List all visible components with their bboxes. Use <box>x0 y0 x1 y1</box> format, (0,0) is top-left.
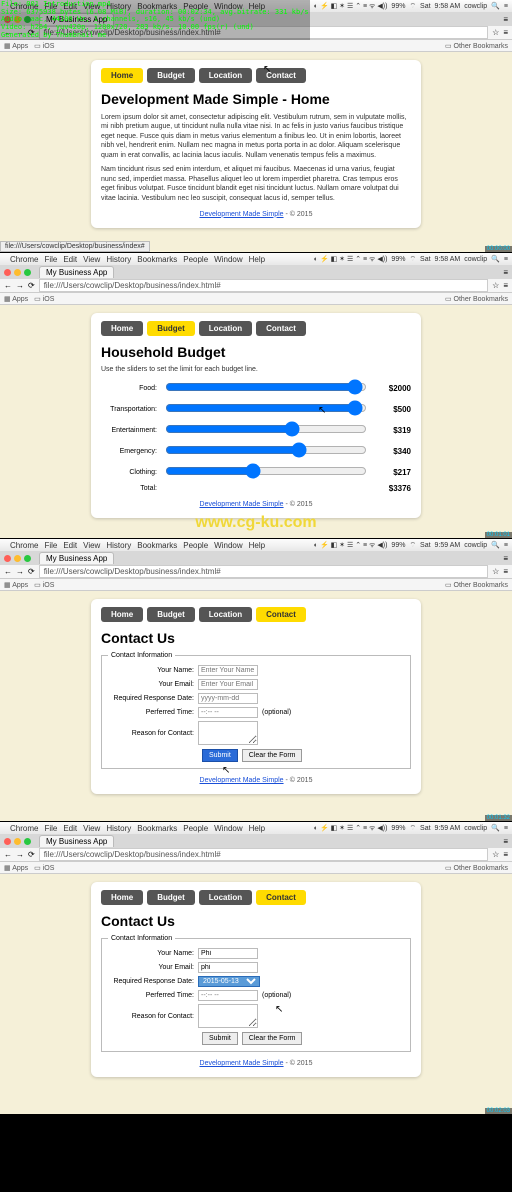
bm-other[interactable]: ▭ Other Bookmarks <box>445 42 508 50</box>
slider-food[interactable] <box>165 379 367 395</box>
browser-tab[interactable]: My Business App <box>39 266 114 278</box>
tab-contact[interactable]: Contact <box>256 607 306 622</box>
tab-location[interactable]: Location <box>199 68 252 83</box>
tab-budget[interactable]: Budget <box>147 321 195 336</box>
reason-textarea[interactable] <box>198 1004 258 1028</box>
bm-apps[interactable]: ▦ Apps <box>4 42 28 50</box>
footer: Development Made Simple - © 2015 <box>101 211 411 218</box>
clear-button[interactable]: Clear the Form <box>242 749 303 762</box>
budget-row-emergency: Emergency: $340 <box>101 442 411 460</box>
timecode: 00:01:01 <box>485 532 512 538</box>
home-para-2: Nam tincidunt risus sed enim interdum, e… <box>101 165 411 203</box>
tab-budget[interactable]: Budget <box>147 890 195 905</box>
budget-row-transport: Transportation: $500 <box>101 400 411 418</box>
clear-button[interactable]: Clear the Form <box>242 1032 303 1045</box>
timecode: 00:01:32 <box>485 815 512 821</box>
reload-button[interactable]: ⟳ <box>28 281 35 290</box>
contact-fieldset: Contact Information Your Name: Your Emai… <box>101 935 411 1052</box>
tab-home[interactable]: Home <box>101 890 143 905</box>
spotlight-icon[interactable]: 🔍 <box>491 2 500 10</box>
home-para-1: Lorem ipsum dolor sit amet, consectetur … <box>101 113 411 160</box>
frame-contact-filled: ChromeFileEditViewHistoryBookmarksPeople… <box>0 822 512 1115</box>
date-select[interactable]: 2015-05-13 <box>198 976 260 987</box>
tab-location[interactable]: Location <box>199 607 252 622</box>
bm-ios[interactable]: ▭ iOS <box>34 42 54 50</box>
frame-contact-empty: ChromeFileEditViewHistoryBookmarksPeople… <box>0 539 512 822</box>
slider-clothing[interactable] <box>165 463 367 479</box>
bookmark-star-icon[interactable]: ☆ <box>492 28 499 37</box>
slider-entertainment[interactable] <box>165 421 367 437</box>
name-input[interactable] <box>198 948 258 959</box>
slider-transport[interactable] <box>165 400 367 416</box>
submit-button[interactable]: Submit <box>202 1032 238 1045</box>
budget-row-clothing: Clothing: $217 <box>101 463 411 481</box>
user-name: cowclip <box>464 3 487 10</box>
app-nav: Home Budget Location Contact <box>101 68 411 83</box>
tab-location[interactable]: Location <box>199 890 252 905</box>
tab-budget[interactable]: Budget <box>147 607 195 622</box>
submit-button[interactable]: Submit <box>202 749 238 762</box>
reason-textarea[interactable] <box>198 721 258 745</box>
chrome-menu-icon[interactable]: ≡ <box>503 15 508 24</box>
tab-home[interactable]: Home <box>101 321 143 336</box>
page-title: Development Made Simple - Home <box>101 91 411 107</box>
status-icons: ◐ ⚡ ◧ ✶ ☰ ⌃ ≡ ᯤ ◀)) <box>314 2 388 11</box>
budget-row-entertainment: Entertainment: $319 <box>101 421 411 439</box>
contact-fieldset: Contact Information Your Name: Your Emai… <box>101 652 411 769</box>
email-input[interactable] <box>198 962 258 973</box>
address-bar[interactable]: file:///Users/cowclip/Desktop/business/i… <box>39 279 488 292</box>
name-input[interactable] <box>198 665 258 676</box>
page-title: Household Budget <box>101 344 411 360</box>
timecode: 00:00:00 <box>485 246 512 252</box>
chrome-menu-icon[interactable]: ≡ <box>503 28 508 37</box>
budget-sub: Use the sliders to set the limit for eac… <box>101 366 411 373</box>
time-input[interactable] <box>198 990 258 1001</box>
clock-day: Sat <box>420 3 431 10</box>
budget-row-total: Total: $3376 <box>101 484 411 493</box>
email-input[interactable] <box>198 679 258 690</box>
fieldset-legend: Contact Information <box>108 652 175 659</box>
content-card: Home Budget Location Contact Development… <box>91 60 421 228</box>
slider-emergency[interactable] <box>165 442 367 458</box>
tab-contact[interactable]: Contact <box>256 68 306 83</box>
frame-budget: Chrome File Edit View History Bookmarks … <box>0 253 512 539</box>
timecode: 00:02:03 <box>485 1108 512 1114</box>
video-metadata-overlay: File: 001 Introduction.mp4 Size: 6375938… <box>0 0 310 40</box>
footer-link[interactable]: Development Made Simple <box>200 501 284 508</box>
window-controls[interactable] <box>4 269 31 276</box>
status-bar-url: file:///Users/cowclip/Desktop/business/i… <box>0 241 150 252</box>
footer-link[interactable]: Development Made Simple <box>200 211 284 218</box>
budget-row-food: Food: $2000 <box>101 379 411 397</box>
bookmarks-bar: ▦ Apps ▭ iOS ▭ Other Bookmarks <box>0 40 512 52</box>
clock-time: 9:58 AM <box>435 3 461 10</box>
time-input[interactable] <box>198 707 258 718</box>
battery-pct: 99% <box>391 3 405 10</box>
tab-home[interactable]: Home <box>101 68 143 83</box>
back-button[interactable]: ← <box>4 281 12 290</box>
tab-location[interactable]: Location <box>199 321 252 336</box>
notif-icon[interactable]: ≡ <box>504 3 508 10</box>
content-card: Home Budget Location Contact Household B… <box>91 313 421 518</box>
date-input[interactable] <box>198 693 258 704</box>
tab-contact[interactable]: Contact <box>256 890 306 905</box>
tab-contact[interactable]: Contact <box>256 321 306 336</box>
tab-budget[interactable]: Budget <box>147 68 195 83</box>
mac-menubar: Chrome File Edit View History Bookmarks … <box>0 253 512 265</box>
tab-home[interactable]: Home <box>101 607 143 622</box>
forward-button[interactable]: → <box>16 281 24 290</box>
page-title: Contact Us <box>101 630 411 646</box>
battery-icon: ⌔ <box>409 2 416 11</box>
